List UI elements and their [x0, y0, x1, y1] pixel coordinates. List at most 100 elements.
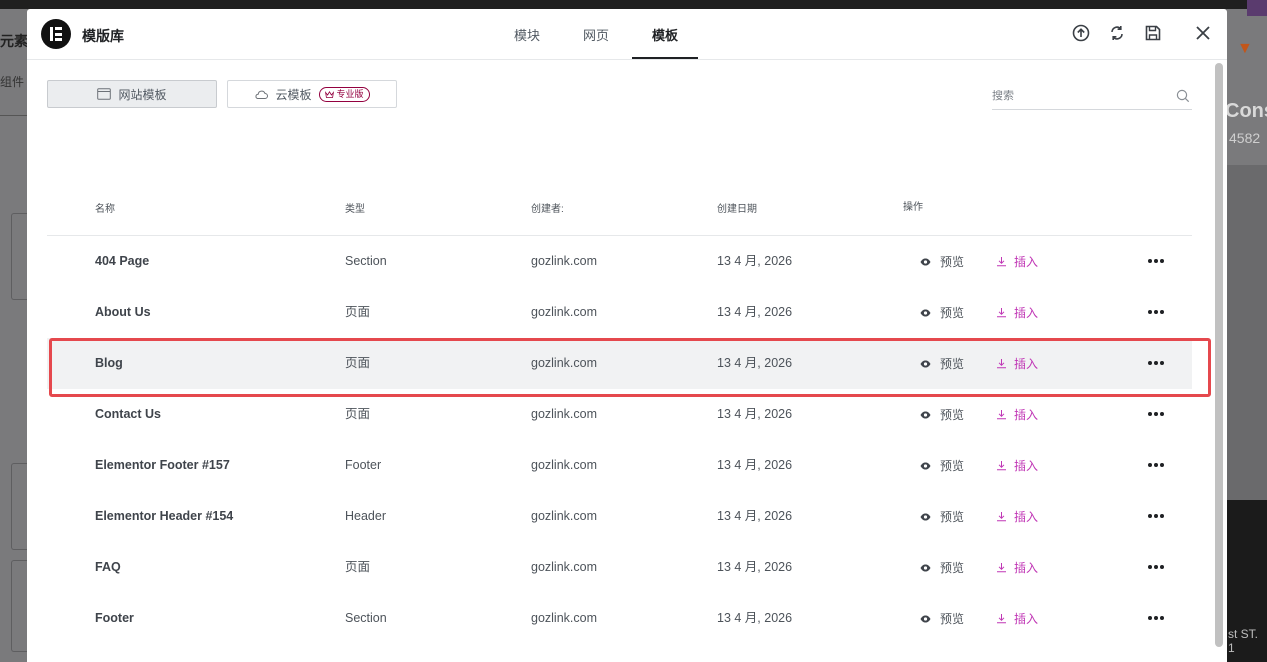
template-type: Footer [345, 458, 382, 472]
table-row[interactable]: Elementor Header #154 Header gozlink.com 13… [47, 491, 1192, 542]
table-row[interactable]: FAQ 页面 gozlink.com 13 4 月, 2026 预览 插入 [47, 542, 1192, 593]
column-header-name[interactable]: 名称 [95, 200, 115, 215]
download-icon [996, 460, 1014, 471]
site-templates-button[interactable]: 网站模板 [47, 80, 217, 108]
cloud-icon [255, 90, 269, 99]
preview-button[interactable]: 预览 [920, 236, 964, 287]
modal-title: 模版库 [82, 28, 124, 44]
preview-button[interactable]: 预览 [920, 287, 964, 338]
column-header-actions: 操作 [903, 202, 923, 213]
site-templates-label: 网站模板 [118, 87, 167, 102]
eye-icon [920, 411, 940, 419]
template-date: 13 4 月, 2026 [717, 509, 793, 523]
insert-button[interactable]: 插入 [996, 440, 1038, 491]
template-author: gozlink.com [531, 254, 597, 268]
more-options-icon[interactable] [1144, 304, 1168, 320]
template-date: 13 4 月, 2026 [717, 458, 793, 472]
table-row[interactable]: 404 Page Section gozlink.com 13 4 月, 2026 预览… [47, 236, 1192, 287]
template-author: gozlink.com [531, 560, 597, 574]
insert-button[interactable]: 插入 [996, 236, 1038, 287]
column-header-date[interactable]: 创建日期 [717, 200, 757, 215]
background-bird-icon: ▼ [1237, 40, 1253, 57]
template-name: Elementor Header #154 [95, 509, 234, 523]
insert-label: 插入 [1014, 459, 1039, 473]
insert-button[interactable]: 插入 [996, 491, 1038, 542]
table-header: 名称 类型 创建者: 创建日期 操作 [47, 194, 1192, 236]
insert-button[interactable]: 插入 [996, 593, 1038, 644]
download-icon [996, 613, 1014, 624]
download-icon [996, 409, 1014, 420]
table-row[interactable]: About Us 页面 gozlink.com 13 4 月, 2026 预览 插入 [47, 287, 1192, 338]
template-type: Header [345, 509, 386, 523]
insert-label: 插入 [1014, 255, 1039, 269]
background-footer-text: st ST. 1 [1228, 627, 1259, 655]
eye-icon [920, 615, 940, 623]
template-type: Section [345, 611, 387, 625]
modal-header: 模版库 模块 网页 模板 [27, 9, 1227, 60]
template-name: About Us [95, 305, 151, 319]
background-panel-subtitle: 组件 [0, 75, 25, 89]
background-number-text: 4582 [1229, 130, 1261, 146]
cloud-templates-button[interactable]: 云模板 专业版 [227, 80, 397, 108]
insert-button[interactable]: 插入 [996, 542, 1038, 593]
upload-icon[interactable] [1071, 23, 1091, 43]
background-widget-card [11, 463, 28, 550]
template-author: gozlink.com [531, 509, 597, 523]
download-icon [996, 307, 1014, 318]
column-header-author[interactable]: 创建者: [531, 200, 564, 215]
template-date: 13 4 月, 2026 [717, 560, 793, 574]
more-options-icon[interactable] [1144, 253, 1168, 269]
template-date: 13 4 月, 2026 [717, 254, 793, 268]
preview-label: 预览 [940, 459, 965, 473]
preview-label: 预览 [940, 510, 965, 524]
close-icon[interactable] [1193, 23, 1213, 43]
template-type: Section [345, 254, 387, 268]
tab-blocks[interactable]: 模块 [506, 9, 548, 59]
insert-button[interactable]: 插入 [996, 287, 1038, 338]
search-input[interactable] [992, 90, 1162, 102]
more-options-icon[interactable] [1144, 406, 1168, 422]
more-options-icon[interactable] [1144, 508, 1168, 524]
preview-button[interactable]: 预览 [920, 491, 964, 542]
elementor-logo-icon [41, 19, 71, 49]
eye-icon [920, 462, 940, 470]
background-purple-block [1247, 0, 1267, 16]
highlight-annotation-box [49, 338, 1211, 397]
preview-label: 预览 [940, 306, 965, 320]
template-name: Elementor Footer #157 [95, 458, 230, 472]
background-widget-card [11, 213, 28, 300]
background-heading-text: Cons [1225, 100, 1267, 122]
background-panel-title: 元素 [0, 33, 28, 49]
pro-badge-label: 专业版 [336, 88, 364, 99]
eye-icon [920, 564, 940, 572]
template-author: gozlink.com [531, 305, 597, 319]
background-divider [0, 115, 27, 116]
crown-icon [324, 90, 334, 98]
template-type: 页面 [345, 305, 371, 319]
sync-icon[interactable] [1107, 23, 1127, 43]
scrollbar-thumb[interactable] [1215, 63, 1223, 647]
template-type: 页面 [345, 560, 371, 574]
table-row[interactable]: Elementor Footer #157 Footer gozlink.com 13… [47, 440, 1192, 491]
preview-button[interactable]: 预览 [920, 593, 964, 644]
table-row[interactable]: Footer Section gozlink.com 13 4 月, 2026 预览 插入 [47, 593, 1192, 644]
column-header-type[interactable]: 类型 [345, 200, 365, 215]
tab-templates[interactable]: 模板 [632, 9, 698, 59]
preview-button[interactable]: 预览 [920, 440, 964, 491]
more-options-icon[interactable] [1144, 559, 1168, 575]
eye-icon [920, 309, 940, 317]
save-icon[interactable] [1143, 23, 1163, 43]
more-options-icon[interactable] [1144, 457, 1168, 473]
download-icon [996, 562, 1014, 573]
eye-icon [920, 513, 940, 521]
preview-label: 预览 [940, 255, 965, 269]
more-options-icon[interactable] [1144, 610, 1168, 626]
insert-label: 插入 [1014, 408, 1039, 422]
preview-button[interactable]: 预览 [920, 542, 964, 593]
search-icon[interactable] [1176, 89, 1190, 103]
template-name: FAQ [95, 560, 121, 574]
template-date: 13 4 月, 2026 [717, 611, 793, 625]
insert-label: 插入 [1014, 306, 1039, 320]
eye-icon [920, 258, 940, 266]
tab-pages[interactable]: 网页 [575, 9, 617, 59]
